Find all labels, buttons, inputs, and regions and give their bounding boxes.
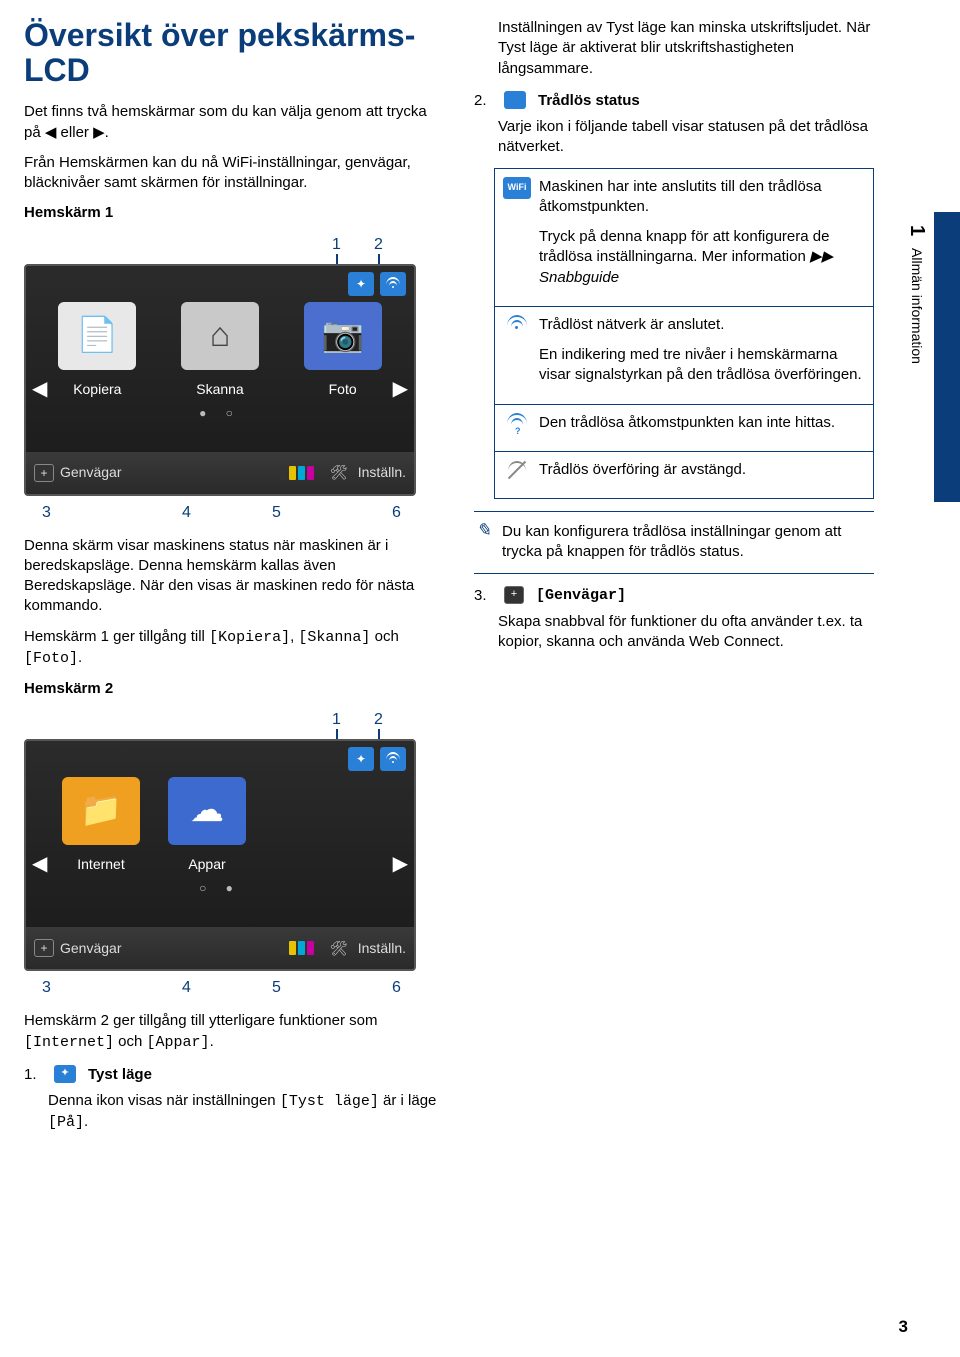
- intro-2: Från Hemskärmen kan du nå WiFi-inställni…: [24, 153, 444, 194]
- nav-right-icon[interactable]: ▶: [393, 851, 408, 878]
- settings-button[interactable]: 🛠 Inställn.: [330, 463, 406, 482]
- lcd-item-apps[interactable]: ☁ Appar: [168, 777, 246, 874]
- item-3-text: Skapa snabbval för funktioner du ofta an…: [474, 612, 874, 653]
- callout-top-2: 1 2: [24, 709, 444, 737]
- quiet-mode-icon[interactable]: ✦: [348, 747, 374, 771]
- chapter-label: 1 Allmän information: [903, 225, 930, 364]
- settings-button[interactable]: 🛠 Inställn.: [330, 939, 406, 958]
- tools-icon: 🛠: [330, 464, 348, 482]
- shortcut-plus-icon: +: [504, 586, 524, 604]
- wifi-signal-icon: [506, 315, 528, 335]
- homescreen2-label: Hemskärm 2: [24, 679, 444, 699]
- note-box: ✎ Du kan konfigurera trådlösa inställnin…: [474, 511, 874, 574]
- chapter-tab: [934, 212, 960, 502]
- wifi-badge-icon: WiFi: [503, 177, 531, 199]
- page-number: 3: [899, 1316, 908, 1339]
- homescreen2-gives: Hemskärm 2 ger tillgång till ytterligare…: [24, 1011, 444, 1053]
- lcd-item-internet[interactable]: 📁 Internet: [62, 777, 140, 874]
- table-row: ? Den trådlösa åtkomstpunkten kan inte h…: [495, 404, 873, 451]
- plus-icon: +: [34, 939, 54, 957]
- item-2-wireless: 2. Trådlös status: [474, 91, 874, 111]
- wifi-small-icon: [504, 91, 526, 109]
- lcd-homescreen-2: ✦ ◀ ▶ 📁 Internet ☁ Appar ○ ● + Genvägar: [24, 739, 416, 971]
- table-row: Trådlös överföring är avstängd.: [495, 451, 873, 498]
- callout-bottom-2: 3 4 5 6: [24, 977, 444, 1005]
- ink-levels-icon[interactable]: [280, 941, 314, 955]
- ink-levels-icon[interactable]: [280, 466, 314, 480]
- status-description: Denna skärm visar maskinens status när m…: [24, 536, 444, 617]
- item-1-text: Denna ikon visas när inställningen [Tyst…: [24, 1091, 444, 1134]
- wifi-status-icon[interactable]: [380, 272, 406, 296]
- homescreen1-label: Hemskärm 1: [24, 203, 444, 223]
- page-title: Översikt över pekskärms-LCD: [24, 18, 444, 88]
- lcd-homescreen-1: ✦ ◀ ▶ 📄 Kopiera ⌂ Skanna 📷 Foto ● ○: [24, 264, 416, 496]
- nav-right-icon[interactable]: ▶: [393, 376, 408, 403]
- photo-icon: 📷: [304, 302, 382, 370]
- shortcuts-button[interactable]: + Genvägar: [34, 463, 121, 482]
- quiet-mode-small-icon: ✦: [54, 1065, 76, 1083]
- apps-icon: ☁: [168, 777, 246, 845]
- quiet-mode-icon[interactable]: ✦: [348, 272, 374, 296]
- page-dots: ○ ●: [26, 880, 414, 896]
- callout-bottom-1: 3 4 5 6: [24, 502, 444, 530]
- plus-icon: +: [34, 464, 54, 482]
- tools-icon: 🛠: [330, 939, 348, 957]
- wifi-status-icon[interactable]: [380, 747, 406, 771]
- nav-left-icon[interactable]: ◀: [32, 376, 47, 403]
- note-icon: ✎: [476, 518, 491, 542]
- lcd-item-copy[interactable]: 📄 Kopiera: [58, 302, 136, 399]
- item-2-text: Varje ikon i följande tabell visar statu…: [474, 117, 874, 158]
- wifi-notfound-icon: ?: [506, 413, 528, 433]
- lcd-item-scan[interactable]: ⌂ Skanna: [181, 302, 259, 399]
- item-1-quiet: 1. ✦ Tyst läge: [24, 1065, 444, 1085]
- shortcuts-button[interactable]: + Genvägar: [34, 939, 121, 958]
- homescreen1-gives: Hemskärm 1 ger tillgång till [Kopiera], …: [24, 627, 444, 670]
- quiet-description: Inställningen av Tyst läge kan minska ut…: [474, 18, 874, 79]
- item-3-shortcuts: 3. + [Genvägar]: [474, 586, 874, 606]
- scan-icon: ⌂: [181, 302, 259, 370]
- callout-top-1: 1 2: [24, 234, 444, 262]
- intro-1: Det finns två hemskärmar som du kan välj…: [24, 102, 444, 143]
- lcd-item-photo[interactable]: 📷 Foto: [304, 302, 382, 399]
- table-row: Trådlöst nätverk är anslutet. En indiker…: [495, 306, 873, 404]
- table-row: WiFi Maskinen har inte anslutits till de…: [495, 169, 873, 306]
- wifi-off-icon: [506, 460, 528, 480]
- nav-left-icon[interactable]: ◀: [32, 851, 47, 878]
- page-dots: ● ○: [26, 405, 414, 421]
- internet-icon: 📁: [62, 777, 140, 845]
- wifi-status-table: WiFi Maskinen har inte anslutits till de…: [494, 168, 874, 500]
- copy-icon: 📄: [58, 302, 136, 370]
